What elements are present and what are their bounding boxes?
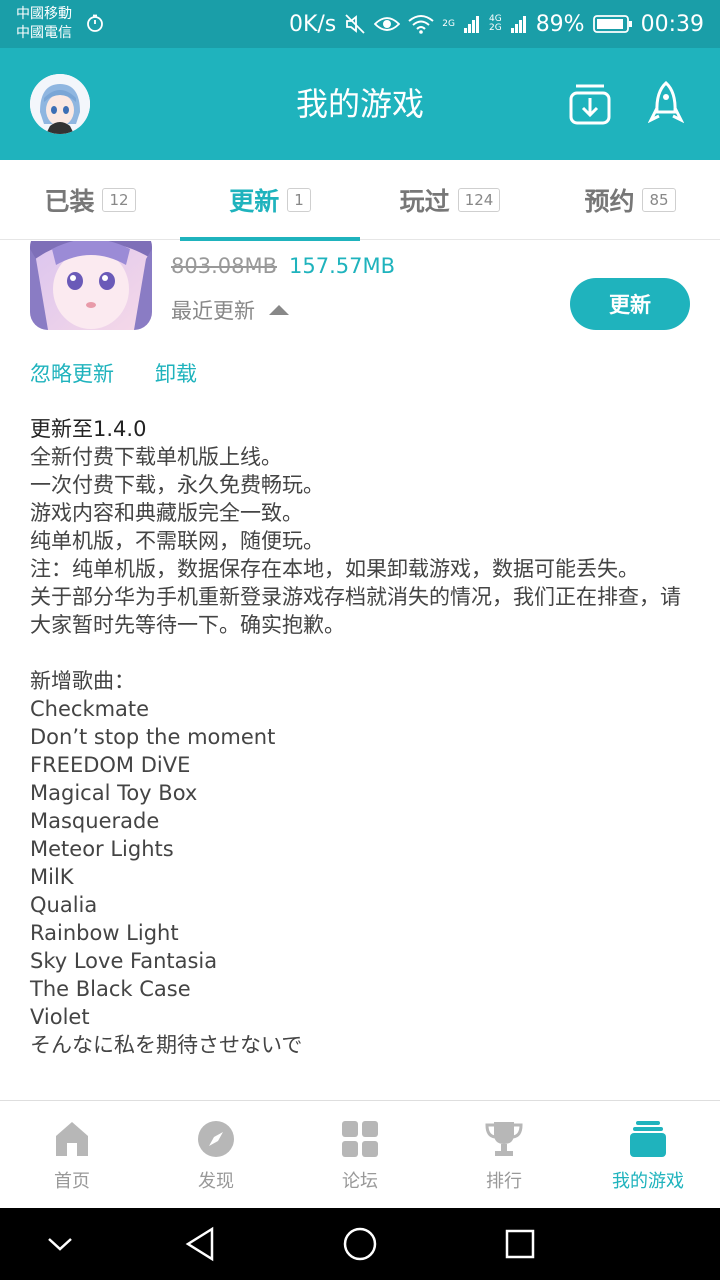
tab-installed[interactable]: 已装 12 bbox=[0, 160, 180, 240]
signal-1-label: 2G bbox=[442, 18, 455, 29]
chevron-down-icon[interactable] bbox=[46, 1234, 74, 1254]
battery-icon bbox=[592, 15, 632, 33]
tab-updates[interactable]: 更新 1 bbox=[180, 160, 360, 241]
nav-forum[interactable]: 论坛 bbox=[288, 1101, 432, 1209]
net-speed: 0K/s bbox=[288, 11, 337, 37]
note-line: 注：纯单机版，数据保存在本地，如果卸载游戏，数据可能丢失。 bbox=[30, 557, 639, 581]
game-icon[interactable] bbox=[30, 241, 152, 330]
action-links: 忽略更新 卸载 bbox=[30, 358, 197, 388]
note-line: 游戏内容和典藏版完全一致。 bbox=[30, 501, 303, 525]
release-notes: 更新至1.4.0 全新付费下载单机版上线。 一次付费下载，永久免费畅玩。 游戏内… bbox=[30, 415, 690, 1059]
eye-icon bbox=[374, 17, 401, 31]
bottom-nav: 首页 发现 论坛 排行 我的游戏 bbox=[0, 1100, 720, 1208]
song-item: MilK bbox=[30, 865, 74, 889]
nav-my-games[interactable]: 我的游戏 bbox=[576, 1101, 720, 1209]
carrier-1: 中國移動 bbox=[16, 6, 72, 22]
wifi-icon bbox=[408, 15, 434, 34]
signal-2-icon bbox=[510, 16, 526, 33]
songs-header: 新增歌曲： bbox=[30, 669, 135, 693]
tab-reserved[interactable]: 预约 85 bbox=[540, 160, 720, 240]
carrier-info: 中國移動 中國電信 bbox=[16, 5, 72, 43]
song-item: Rainbow Light bbox=[30, 921, 179, 945]
update-button[interactable]: 更新 bbox=[570, 278, 690, 330]
tab-played[interactable]: 玩过 124 bbox=[360, 160, 540, 240]
song-item: Qualia bbox=[30, 893, 98, 917]
home-icon bbox=[56, 1122, 88, 1156]
nav-label: 发现 bbox=[198, 1171, 234, 1192]
clock: 00:39 bbox=[640, 11, 704, 37]
note-line: 关于部分华为手机重新登录游戏存档就消失的情况，我们正在排查，请大家暂时先等待一下… bbox=[30, 585, 681, 637]
nav-ranking[interactable]: 排行 bbox=[432, 1101, 576, 1209]
tab-label: 更新 bbox=[229, 187, 280, 216]
song-item: Don’t stop the moment bbox=[30, 725, 276, 749]
ignore-update-link[interactable]: 忽略更新 bbox=[30, 358, 114, 388]
note-line: 纯单机版，不需联网，随便玩。 bbox=[30, 529, 324, 553]
download-icon[interactable] bbox=[568, 80, 612, 126]
song-item: Checkmate bbox=[30, 697, 150, 721]
stack-icon bbox=[630, 1121, 666, 1157]
signal-1-icon bbox=[463, 16, 479, 33]
tab-label: 预约 bbox=[584, 187, 635, 216]
song-item: The Black Case bbox=[30, 977, 191, 1001]
carrier-2: 中國電信 bbox=[16, 25, 72, 41]
tab-label: 玩过 bbox=[399, 187, 450, 216]
compass-icon bbox=[198, 1121, 234, 1157]
song-item: Magical Toy Box bbox=[30, 781, 198, 805]
nav-label: 首页 bbox=[54, 1171, 90, 1192]
nav-label: 排行 bbox=[486, 1171, 522, 1192]
tab-bar: 已装 12 更新 1 玩过 124 预约 85 bbox=[0, 160, 720, 241]
mute-icon bbox=[345, 14, 365, 34]
tab-count-badge: 1 bbox=[287, 188, 311, 212]
status-bar: 中國移動 中國電信 0K/s 2G 4G 2G 89% 00:39 bbox=[0, 0, 720, 48]
nav-home[interactable]: 首页 bbox=[0, 1101, 144, 1209]
song-item: そんなに私を期待させないで bbox=[30, 1033, 303, 1057]
nav-discover[interactable]: 发现 bbox=[144, 1101, 288, 1209]
recent-update-label: 最近更新 bbox=[171, 299, 255, 323]
tab-label: 已装 bbox=[44, 187, 95, 216]
system-nav-bar bbox=[0, 1208, 720, 1280]
battery-percent: 89% bbox=[535, 11, 585, 37]
home-circle-icon[interactable] bbox=[342, 1226, 378, 1262]
trophy-icon bbox=[485, 1122, 523, 1156]
nav-label: 论坛 bbox=[342, 1171, 378, 1192]
timer-icon bbox=[87, 14, 103, 32]
collapse-arrow-icon bbox=[269, 305, 289, 315]
song-item: Masquerade bbox=[30, 809, 160, 833]
update-detail[interactable]: 803.08MB 157.57MB 最近更新 更新 忽略更新 卸载 更新至1.4… bbox=[0, 241, 720, 1101]
note-line: 一次付费下载，永久免费畅玩。 bbox=[30, 473, 324, 497]
app-bar: 我的游戏 bbox=[0, 48, 720, 160]
rocket-icon[interactable] bbox=[648, 80, 684, 128]
signal-2-label: 4G 2G bbox=[488, 14, 502, 33]
nav-label: 我的游戏 bbox=[612, 1171, 684, 1192]
uninstall-link[interactable]: 卸载 bbox=[155, 358, 197, 388]
tab-count-badge: 12 bbox=[102, 188, 136, 212]
song-item: Meteor Lights bbox=[30, 837, 174, 861]
new-size: 157.57MB bbox=[289, 254, 396, 278]
grid-icon bbox=[342, 1121, 378, 1157]
back-icon[interactable] bbox=[184, 1226, 216, 1262]
old-size: 803.08MB bbox=[171, 254, 278, 278]
tab-count-badge: 85 bbox=[642, 188, 676, 212]
version-title: 更新至1.4.0 bbox=[30, 417, 147, 441]
song-item: FREEDOM DiVE bbox=[30, 753, 191, 777]
song-item: Violet bbox=[30, 1005, 90, 1029]
game-artwork bbox=[30, 241, 152, 330]
page-title: 我的游戏 bbox=[295, 85, 424, 123]
note-line: 全新付费下载单机版上线。 bbox=[30, 445, 282, 469]
recents-icon[interactable] bbox=[504, 1228, 536, 1260]
song-item: Sky Love Fantasia bbox=[30, 949, 218, 973]
recent-update-toggle[interactable]: 最近更新 bbox=[171, 295, 289, 325]
tab-count-badge: 124 bbox=[457, 188, 501, 212]
